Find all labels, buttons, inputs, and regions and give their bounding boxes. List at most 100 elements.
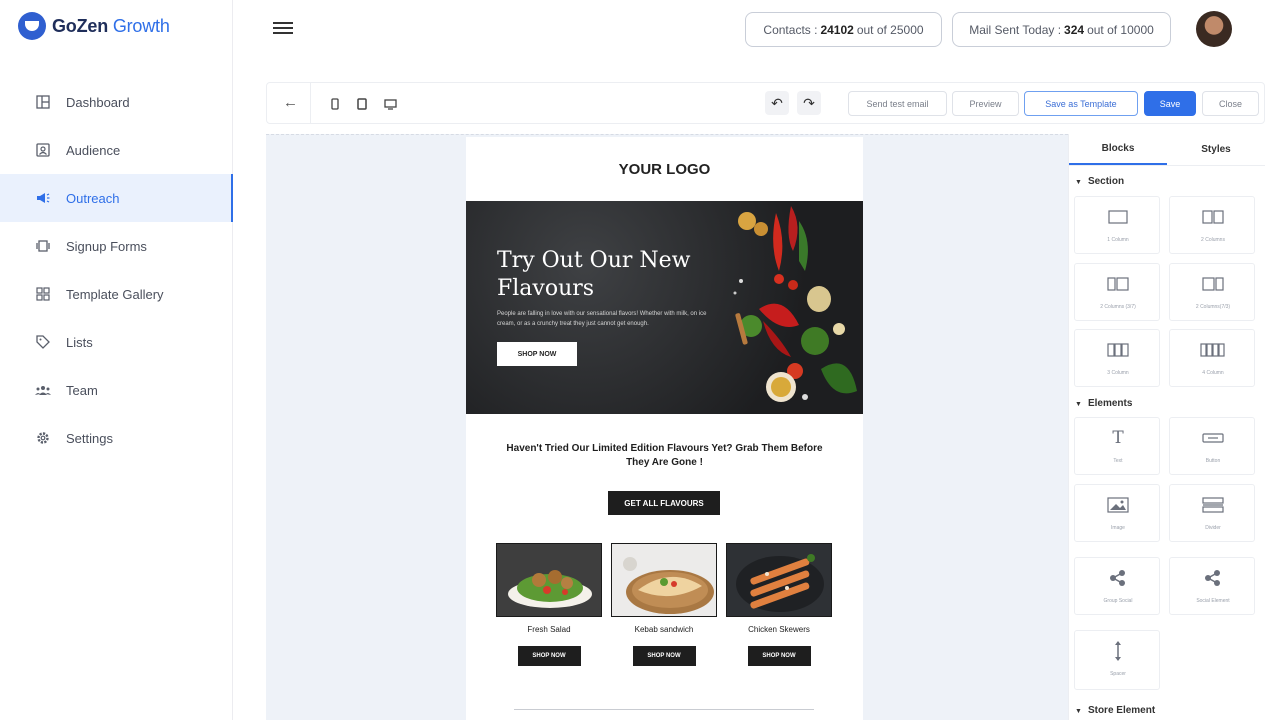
sidebar-item-label: Template Gallery <box>66 286 164 302</box>
form-icon <box>34 237 52 255</box>
block-1-column[interactable]: 1 Column <box>1074 196 1160 254</box>
grid-icon <box>34 285 52 303</box>
block-4-column[interactable]: 4 Column <box>1169 329 1255 387</box>
save-button[interactable]: Save <box>1144 91 1196 116</box>
caret-down-icon: ▼ <box>1075 708 1082 715</box>
caret-down-icon: ▼ <box>1075 401 1082 408</box>
sidebar-item-audience[interactable]: Audience <box>0 126 233 174</box>
shop-now-button[interactable]: SHOP NOW <box>747 646 811 666</box>
email-divider <box>514 709 814 710</box>
button-icon <box>1170 428 1256 448</box>
block-2-columns[interactable]: 2 Columns <box>1169 196 1255 254</box>
email-logo[interactable]: YOUR LOGO <box>466 161 863 178</box>
sidebar-item-dashboard[interactable]: Dashboard <box>0 78 233 126</box>
contacts-icon <box>34 141 52 159</box>
share-icon <box>1075 568 1161 588</box>
brand-logo[interactable]: GoZen Growth <box>18 12 170 40</box>
vertical-arrows-icon <box>1075 641 1161 661</box>
editor-toolbar: ← ↶ ↷ Send test email Preview Save as Te… <box>266 82 1265 124</box>
panel-tabs: Blocks Styles <box>1069 134 1265 166</box>
product-image-kebab <box>611 543 717 617</box>
shop-now-button[interactable]: SHOP NOW <box>632 646 696 666</box>
hero-text[interactable]: People are falling in love with our sens… <box>497 309 712 329</box>
editor-canvas[interactable]: YOUR LOGO Try Out Our New Flavours Peopl… <box>266 134 1068 720</box>
store-element-group-toggle[interactable]: ▼ Store Element <box>1075 705 1155 716</box>
sidebar-item-label: Dashboard <box>66 94 130 110</box>
product-name: Fresh Salad <box>527 625 571 634</box>
section-group-toggle[interactable]: ▼ Section <box>1075 176 1124 187</box>
sidebar-item-label: Outreach <box>66 190 120 206</box>
sidebar-item-label: Lists <box>66 334 93 350</box>
tablet-view-icon[interactable] <box>352 94 372 114</box>
share-icon <box>1170 568 1256 588</box>
element-image[interactable]: Image <box>1074 484 1160 542</box>
desktop-view-icon[interactable] <box>380 94 400 114</box>
block-2-columns-3-7[interactable]: 2 Columns (3/7) <box>1074 263 1160 321</box>
sidebar-item-signup-forms[interactable]: Signup Forms <box>0 222 233 270</box>
sidebar-item-team[interactable]: Team <box>0 366 233 414</box>
hero-banner[interactable]: Try Out Our New Flavours People are fall… <box>466 201 863 414</box>
product-card-skewers[interactable]: Chicken Skewers SHOP NOW <box>726 543 832 666</box>
layout-icon <box>34 93 52 111</box>
team-icon <box>34 381 52 399</box>
elements-group-toggle[interactable]: ▼ Elements <box>1075 398 1132 409</box>
four-columns-icon <box>1170 340 1256 360</box>
sidebar-item-label: Audience <box>66 142 121 158</box>
element-text[interactable]: T Text <box>1074 417 1160 475</box>
tab-blocks[interactable]: Blocks <box>1069 134 1167 165</box>
sidebar-item-template-gallery[interactable]: Template Gallery <box>0 270 233 318</box>
hero-title[interactable]: Try Out Our New Flavours <box>497 247 717 303</box>
app: GoZen Growth Dashboard Audience Outreach… <box>0 0 1280 720</box>
product-image-skewers <box>726 543 832 617</box>
vegetables-image <box>733 206 857 402</box>
block-3-column[interactable]: 3 Column <box>1074 329 1160 387</box>
tab-styles[interactable]: Styles <box>1167 134 1265 165</box>
close-button[interactable]: Close <box>1202 91 1259 116</box>
toolbar-divider <box>310 83 311 123</box>
element-button[interactable]: Button <box>1169 417 1255 475</box>
caret-down-icon: ▼ <box>1075 179 1082 186</box>
sidebar-item-label: Signup Forms <box>66 238 147 254</box>
divider-icon <box>1170 495 1256 515</box>
email-headline[interactable]: Haven't Tried Our Limited Edition Flavou… <box>506 442 823 470</box>
product-name: Chicken Skewers <box>748 625 810 634</box>
get-all-flavours-button[interactable]: GET ALL FLAVOURS <box>608 491 720 515</box>
mail-usage-badge: Mail Sent Today :324 out of 10000 <box>952 12 1171 47</box>
two-columns-icon <box>1170 207 1256 227</box>
block-2-columns-7-3[interactable]: 2 Columns(7/3) <box>1169 263 1255 321</box>
email-template[interactable]: YOUR LOGO Try Out Our New Flavours Peopl… <box>466 137 863 720</box>
sidebar-item-settings[interactable]: Settings <box>0 414 233 462</box>
redo-icon[interactable]: ↷ <box>797 91 821 115</box>
element-divider[interactable]: Divider <box>1169 484 1255 542</box>
sidebar-item-label: Settings <box>66 430 113 446</box>
product-card-kebab[interactable]: Kebab sandwich SHOP NOW <box>611 543 717 666</box>
product-card-salad[interactable]: Fresh Salad SHOP NOW <box>496 543 602 666</box>
sidebar: GoZen Growth Dashboard Audience Outreach… <box>0 0 233 720</box>
mobile-view-icon[interactable] <box>325 94 345 114</box>
product-image-salad <box>496 543 602 617</box>
megaphone-icon <box>34 189 52 207</box>
blocks-panel: Blocks Styles ▼ Section 1 Column 2 Column… <box>1068 134 1265 720</box>
back-arrow-icon[interactable]: ← <box>283 94 301 112</box>
hero-shop-now-button[interactable]: SHOP NOW <box>497 342 577 366</box>
send-test-email-button[interactable]: Send test email <box>848 91 947 116</box>
sidebar-item-outreach[interactable]: Outreach <box>0 174 233 222</box>
two-columns-7-3-icon <box>1170 274 1256 294</box>
three-columns-icon <box>1075 340 1161 360</box>
sidebar-item-lists[interactable]: Lists <box>0 318 233 366</box>
gozen-logo-icon <box>18 12 46 40</box>
gear-icon <box>34 429 52 447</box>
element-group-social[interactable]: Group Social <box>1074 557 1160 615</box>
sidebar-nav: Dashboard Audience Outreach Signup Forms… <box>0 78 233 462</box>
one-column-icon <box>1075 207 1161 227</box>
sidebar-item-label: Team <box>66 382 98 398</box>
menu-toggle-icon[interactable] <box>273 19 293 39</box>
user-avatar[interactable] <box>1196 11 1232 47</box>
undo-icon[interactable]: ↶ <box>765 91 789 115</box>
contacts-usage-badge: Contacts :24102 out of 25000 <box>745 12 942 47</box>
element-spacer[interactable]: Spacer <box>1074 630 1160 690</box>
element-social[interactable]: Social Element <box>1169 557 1255 615</box>
preview-button[interactable]: Preview <box>952 91 1019 116</box>
shop-now-button[interactable]: SHOP NOW <box>517 646 581 666</box>
save-as-template-button[interactable]: Save as Template <box>1024 91 1138 116</box>
